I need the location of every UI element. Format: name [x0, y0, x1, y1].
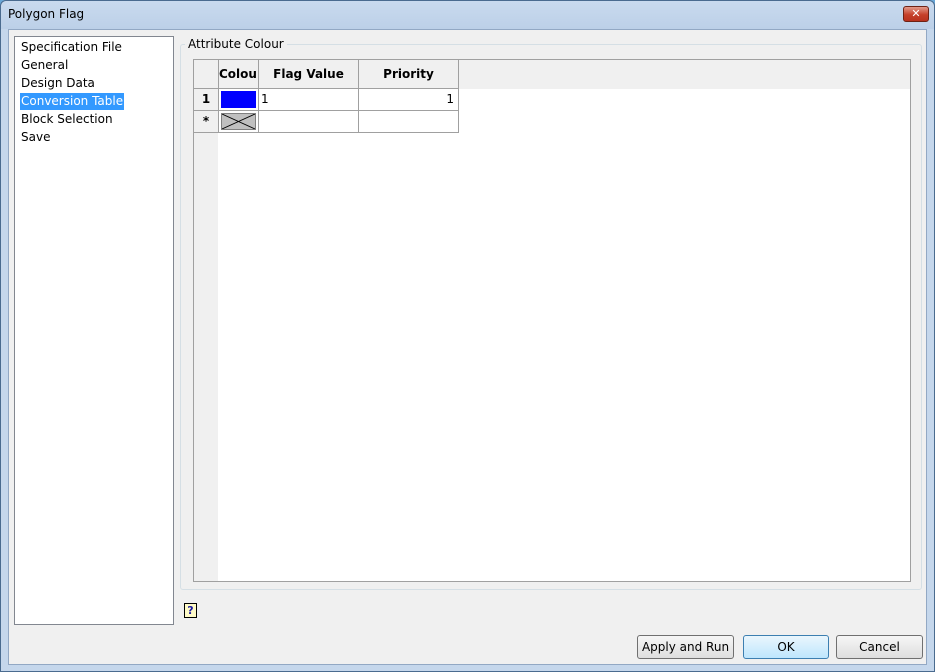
flag-value-cell[interactable]: 1 — [259, 89, 359, 111]
close-icon: ✕ — [911, 7, 921, 20]
sidebar-item-save[interactable]: Save — [20, 129, 51, 146]
column-header-priority[interactable]: Priority — [359, 60, 459, 89]
sidebar-item-general[interactable]: General — [20, 57, 69, 74]
no-colour-icon — [221, 113, 256, 130]
close-button[interactable]: ✕ — [903, 6, 929, 22]
help-icon[interactable]: ? — [184, 603, 197, 618]
ok-button[interactable]: OK — [743, 635, 829, 659]
flag-value-cell[interactable] — [259, 111, 359, 133]
column-header-colour[interactable]: Colour — [219, 60, 259, 89]
colour-cell[interactable] — [219, 89, 259, 111]
colour-cell[interactable] — [219, 111, 259, 133]
apply-and-run-button[interactable]: Apply and Run — [637, 635, 734, 659]
group-label: Attribute Colour — [185, 37, 287, 51]
column-header-flag-value[interactable]: Flag Value — [259, 60, 359, 89]
dialog-body: Specification File General Design Data C… — [8, 29, 927, 665]
priority-cell[interactable] — [359, 111, 459, 133]
sidebar-item-specification-file[interactable]: Specification File — [20, 39, 123, 56]
sidebar-item-block-selection[interactable]: Block Selection — [20, 111, 114, 128]
row-header-strip — [194, 60, 218, 581]
polygon-flag-dialog: Polygon Flag ✕ Specification File Genera… — [0, 0, 935, 672]
cancel-button[interactable]: Cancel — [836, 635, 923, 659]
conversion-table-grid[interactable]: Colour Flag Value Priority 1 1 1 * — [193, 59, 911, 582]
priority-cell[interactable]: 1 — [359, 89, 459, 111]
section-list: Specification File General Design Data C… — [14, 36, 174, 625]
row-header[interactable]: 1 — [194, 89, 219, 111]
corner-header[interactable] — [194, 60, 219, 89]
colour-swatch — [221, 91, 256, 108]
sidebar-item-design-data[interactable]: Design Data — [20, 75, 96, 92]
sidebar-item-conversion-table[interactable]: Conversion Table — [20, 93, 125, 110]
new-row-header[interactable]: * — [194, 111, 219, 133]
title-bar: Polygon Flag ✕ — [1, 1, 934, 29]
window-title: Polygon Flag — [8, 7, 85, 21]
